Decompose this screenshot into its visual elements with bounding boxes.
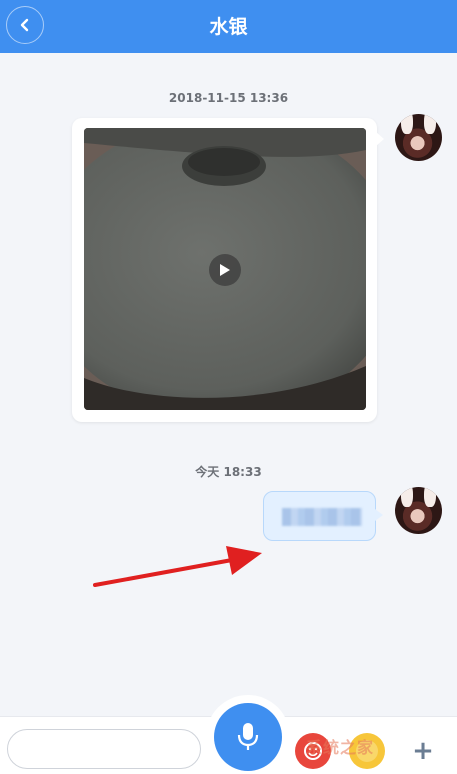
voice-button[interactable] — [214, 703, 282, 771]
watermark: 系统之家 — [306, 738, 375, 757]
annotation-arrow-icon — [93, 546, 262, 587]
more-button[interactable]: + — [405, 733, 441, 769]
message-input[interactable] — [7, 729, 201, 769]
microphone-icon — [237, 723, 259, 750]
